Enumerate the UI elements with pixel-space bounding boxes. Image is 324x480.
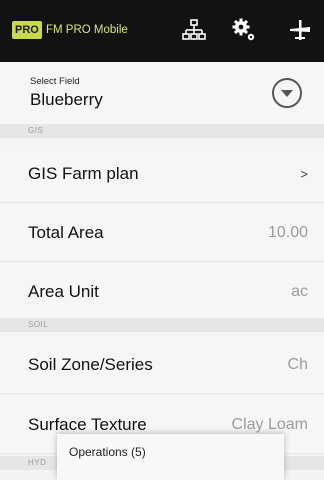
row-value: ac [291, 282, 308, 300]
operations-popup[interactable]: Operations (5) [57, 434, 284, 480]
settings-icon[interactable] [231, 17, 257, 43]
app-logo: PRO [12, 21, 42, 39]
sync-icon[interactable] [287, 17, 313, 43]
chevron-down-icon[interactable] [272, 78, 302, 108]
row-label: Area Unit [28, 281, 99, 301]
row-area-unit[interactable]: Area Unit ac [0, 263, 324, 321]
app-toolbar: PRO FM PRO Mobile [0, 0, 324, 62]
row-value: 10.00 [267, 223, 308, 241]
field-selector-value: Blueberry [30, 90, 103, 109]
row-label: Soil Zone/Series [28, 354, 153, 374]
row-label: Surface Texture [28, 414, 147, 434]
row-value: Clay Loam [231, 415, 308, 433]
row-gis-farm-plan[interactable]: GIS Farm plan > [0, 145, 324, 203]
network-icon[interactable] [181, 17, 207, 43]
operations-label: Operations (5) [69, 445, 146, 459]
row-value: Ch [287, 355, 308, 373]
field-selector[interactable]: Select Field Blueberry [0, 62, 324, 124]
row-soil-zone[interactable]: Soil Zone/Series Ch [0, 336, 324, 394]
row-total-area[interactable]: Total Area 10.00 [0, 204, 324, 262]
row-label: GIS Farm plan [28, 163, 139, 183]
field-selector-label: Select Field [30, 76, 80, 87]
section-header-soil: SOIL [0, 318, 324, 332]
section-header-gis: GIS [0, 124, 324, 138]
app-title: FM PRO Mobile [46, 24, 128, 36]
chevron-right-icon: > [300, 166, 308, 181]
row-label: Total Area [28, 222, 104, 242]
